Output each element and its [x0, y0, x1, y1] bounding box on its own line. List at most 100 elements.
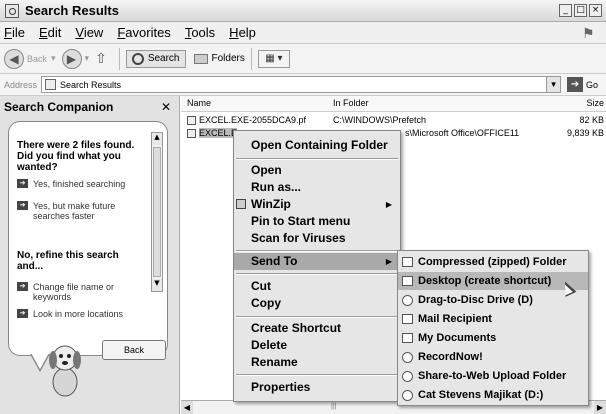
back-arrow-icon: ◀ [4, 48, 24, 69]
winzip-label: WinZip [251, 197, 291, 211]
option-label: Change file name or keywords [33, 282, 115, 302]
scroll-up-icon[interactable]: ▲ [152, 133, 162, 145]
magnifier-icon [131, 52, 144, 65]
menu-delete[interactable]: Delete [234, 337, 400, 354]
menu-rename[interactable]: Rename [234, 354, 400, 371]
folders-label: Folders [211, 53, 245, 64]
option-faster-searches[interactable]: ➔ Yes, but make future searches faster [17, 201, 147, 221]
window-title: Search Results [25, 3, 119, 18]
search-button[interactable]: Search [125, 49, 186, 68]
menu-help[interactable]: Help [229, 25, 256, 40]
scroll-left-icon[interactable]: ◀ [181, 401, 193, 414]
send-to-label: Cat Stevens Majikat (D:) [418, 389, 544, 401]
companion-balloon: There were 2 files found. Did you find w… [8, 121, 168, 360]
send-to-share-to-web[interactable]: Share-to-Web Upload Folder [398, 367, 588, 385]
menu-favorites[interactable]: Favorites [117, 25, 170, 40]
companion-close-icon[interactable]: ✕ [161, 100, 171, 114]
option-finished-searching[interactable]: ➔ Yes, finished searching [17, 179, 147, 189]
menu-create-shortcut[interactable]: Create Shortcut [234, 320, 400, 337]
views-button[interactable]: ▦ ▾ [257, 49, 290, 68]
address-dropdown-icon[interactable]: ▼ [546, 77, 561, 92]
balloon-scrollbar[interactable]: ▲ ▼ [151, 132, 163, 292]
send-to-desktop[interactable]: Desktop (create shortcut) [398, 272, 588, 290]
disc-icon [402, 295, 413, 306]
column-size[interactable]: Size [586, 98, 604, 108]
send-to-label: Send To [251, 254, 298, 268]
menu-separator [236, 158, 398, 160]
send-to-compressed-folder[interactable]: Compressed (zipped) Folder [398, 253, 588, 271]
menu-separator [236, 250, 398, 252]
title-bar: Search Results _ □ × [0, 0, 606, 22]
scroll-right-icon[interactable]: ▶ [594, 401, 606, 414]
send-to-recordnow[interactable]: RecordNow! [398, 348, 588, 366]
menu-separator [236, 374, 398, 376]
documents-folder-icon [402, 333, 413, 343]
mail-icon [402, 314, 413, 324]
menu-edit[interactable]: Edit [39, 25, 61, 40]
scroll-grip[interactable]: ||| [331, 403, 336, 410]
up-folder-button[interactable]: ⇧ [95, 50, 107, 67]
menu-send-to[interactable]: Send To ▶ [234, 253, 400, 270]
send-to-drag-to-disc[interactable]: Drag-to-Disc Drive (D) [398, 291, 588, 309]
file-name: EXCEL.EXE-2055DCA9.pf [199, 115, 307, 125]
option-change-file-name[interactable]: ➔ Change file name or keywords [17, 282, 147, 302]
menu-open-containing-folder[interactable]: Open Containing Folder [234, 137, 400, 154]
menu-winzip[interactable]: WinZip ▶ [234, 196, 400, 213]
menu-separator [236, 316, 398, 318]
file-folder: C:\WINDOWS\Prefetch [333, 115, 427, 125]
file-size: 82 KB [579, 115, 604, 125]
table-row[interactable]: EXCEL.EXE-2055DCA9.pf C:\WINDOWS\Prefetc… [181, 114, 606, 127]
send-to-label: Drag-to-Disc Drive (D) [418, 294, 533, 306]
scroll-thumb[interactable] [153, 147, 161, 277]
column-name[interactable]: Name [187, 98, 211, 108]
go-arrow-icon: ➔ [567, 77, 584, 92]
option-arrow-icon: ➔ [17, 179, 28, 188]
zip-folder-icon [402, 257, 413, 267]
folders-button[interactable]: Folders [193, 53, 245, 64]
send-to-label: Mail Recipient [418, 313, 492, 325]
companion-title: Search Companion [4, 100, 114, 114]
submenu-arrow-icon: ▶ [385, 257, 392, 266]
menu-run-as[interactable]: Run as... [234, 179, 400, 196]
search-dog-icon[interactable] [45, 340, 85, 400]
menu-view[interactable]: View [75, 25, 103, 40]
back-nav-button[interactable]: ◀ Back ▾ [4, 48, 56, 69]
address-field[interactable]: Search Results ▼ [41, 76, 562, 93]
send-to-my-documents[interactable]: My Documents [398, 329, 588, 347]
toolbar-separator [118, 47, 120, 70]
maximize-button[interactable]: □ [574, 4, 587, 17]
scroll-down-icon[interactable]: ▼ [152, 279, 162, 291]
option-arrow-icon: ➔ [17, 282, 28, 291]
desktop-icon [402, 276, 413, 286]
option-arrow-icon: ➔ [17, 201, 28, 210]
menu-tools[interactable]: Tools [185, 25, 215, 40]
back-label: Back [27, 53, 48, 64]
menu-properties[interactable]: Properties [234, 379, 400, 396]
forward-nav-button[interactable]: ▶ ▾ [61, 48, 89, 69]
menu-open[interactable]: Open [234, 162, 400, 179]
windows-logo-icon: ⚑ [582, 25, 595, 41]
menu-scan-for-viruses[interactable]: Scan for Viruses [234, 230, 400, 247]
send-to-drive-d[interactable]: Cat Stevens Majikat (D:) [398, 386, 588, 404]
close-button[interactable]: × [589, 4, 602, 17]
go-button[interactable]: ➔ Go [567, 77, 598, 92]
file-size: 9,839 KB [566, 128, 604, 138]
option-label: Yes, but make future searches faster [33, 201, 116, 221]
column-in-folder[interactable]: In Folder [333, 98, 369, 108]
file-name: EXCEL.E [199, 128, 238, 138]
winzip-icon [236, 199, 246, 209]
minimize-button[interactable]: _ [559, 4, 572, 17]
send-to-mail-recipient[interactable]: Mail Recipient [398, 310, 588, 328]
send-to-label: Compressed (zipped) Folder [418, 256, 567, 268]
menu-file[interactable]: File [4, 25, 25, 40]
up-folder-icon: ⇧ [95, 50, 107, 66]
option-arrow-icon: ➔ [17, 309, 28, 318]
menu-cut[interactable]: Cut [234, 278, 400, 295]
companion-back-button[interactable]: Back [102, 340, 166, 360]
address-bar: Address Search Results ▼ ➔ Go [0, 74, 606, 96]
context-menu: Open Containing Folder Open Run as... Wi… [233, 130, 401, 402]
option-more-locations[interactable]: ➔ Look in more locations [17, 309, 147, 319]
menu-copy[interactable]: Copy [234, 295, 400, 312]
toolbar: ◀ Back ▾ ▶ ▾ ⇧ Search Folders ▦ ▾ [0, 44, 606, 74]
menu-pin-to-start[interactable]: Pin to Start menu [234, 213, 400, 230]
